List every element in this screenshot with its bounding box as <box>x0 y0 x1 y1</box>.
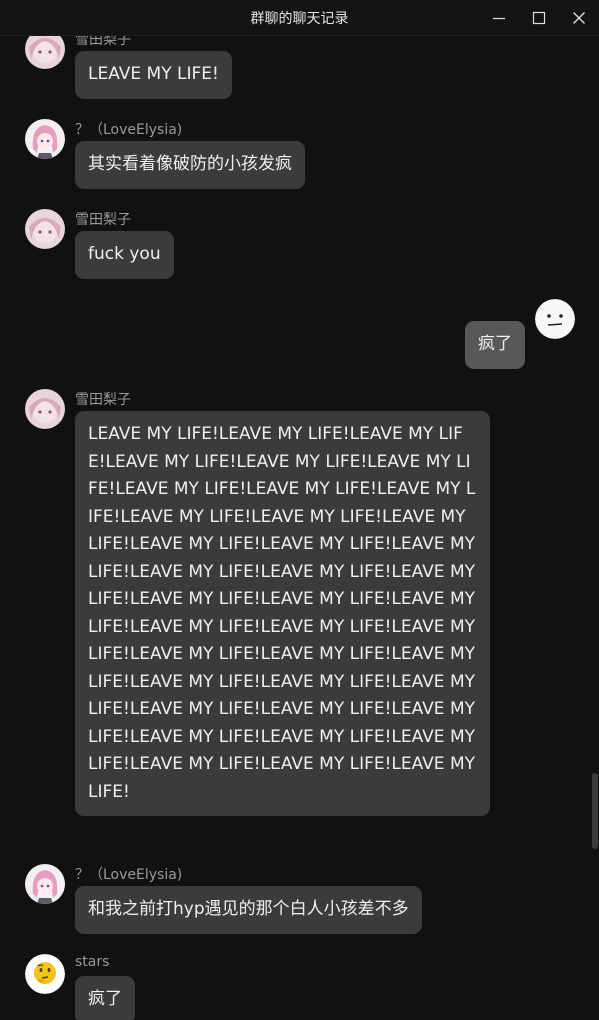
chat-message: ？（LoveElysia) 其实看着像破防的小孩发疯 <box>0 119 599 199</box>
chat-message: 雪田梨子 fuck you <box>0 209 599 289</box>
chat-message: 雪田梨子 LEAVE MY LIFE!LEAVE MY LIFE!LEAVE M… <box>0 389 599 849</box>
sender-name: 雪田梨子 <box>75 36 131 48</box>
close-icon[interactable] <box>559 0 599 36</box>
message-bubble[interactable]: 和我之前打hyp遇见的那个白人小孩差不多 <box>75 886 422 934</box>
scrollbar-thumb[interactable] <box>592 773 598 849</box>
thinking-face-avatar[interactable] <box>25 954 65 994</box>
sender-name: ？（LoveElysia) <box>75 122 183 138</box>
minimize-icon[interactable] <box>479 0 519 36</box>
chat-history[interactable]: 雪田梨子 LEAVE MY LIFE! ？（LoveElysia) 其实看着像破… <box>0 36 599 1020</box>
pink-hair-avatar[interactable] <box>25 209 65 249</box>
sender-name: 雪田梨子 <box>75 392 131 408</box>
neutral-face-avatar[interactable] <box>535 299 575 339</box>
message-bubble[interactable]: 疯了 <box>465 321 525 369</box>
chat-message: ？（LoveElysia) 和我之前打hyp遇见的那个白人小孩差不多 <box>0 864 599 944</box>
chat-message: stars 疯了 <box>0 954 599 1020</box>
chat-message: 雪田梨子 LEAVE MY LIFE! <box>0 36 599 109</box>
message-bubble[interactable]: 疯了 <box>75 976 135 1020</box>
message-bubble[interactable]: LEAVE MY LIFE! <box>75 51 232 99</box>
title-bar: 群聊的聊天记录 <box>0 0 599 36</box>
anime-girl-avatar[interactable] <box>25 119 65 159</box>
chat-message-self: 疯了 <box>0 299 599 379</box>
message-bubble[interactable]: fuck you <box>75 231 174 279</box>
window-title: 群聊的聊天记录 <box>250 10 349 27</box>
sender-name: stars <box>75 954 110 970</box>
message-bubble[interactable]: LEAVE MY LIFE!LEAVE MY LIFE!LEAVE MY LIF… <box>75 411 490 816</box>
pink-hair-avatar[interactable] <box>25 36 65 69</box>
pink-hair-avatar[interactable] <box>25 389 65 429</box>
scrollbar[interactable] <box>591 36 599 1020</box>
window-controls <box>479 0 599 36</box>
sender-name: ？（LoveElysia) <box>75 867 183 883</box>
anime-girl-avatar[interactable] <box>25 864 65 904</box>
maximize-icon[interactable] <box>519 0 559 36</box>
sender-name: 雪田梨子 <box>75 212 131 228</box>
message-bubble[interactable]: 其实看着像破防的小孩发疯 <box>75 141 305 189</box>
